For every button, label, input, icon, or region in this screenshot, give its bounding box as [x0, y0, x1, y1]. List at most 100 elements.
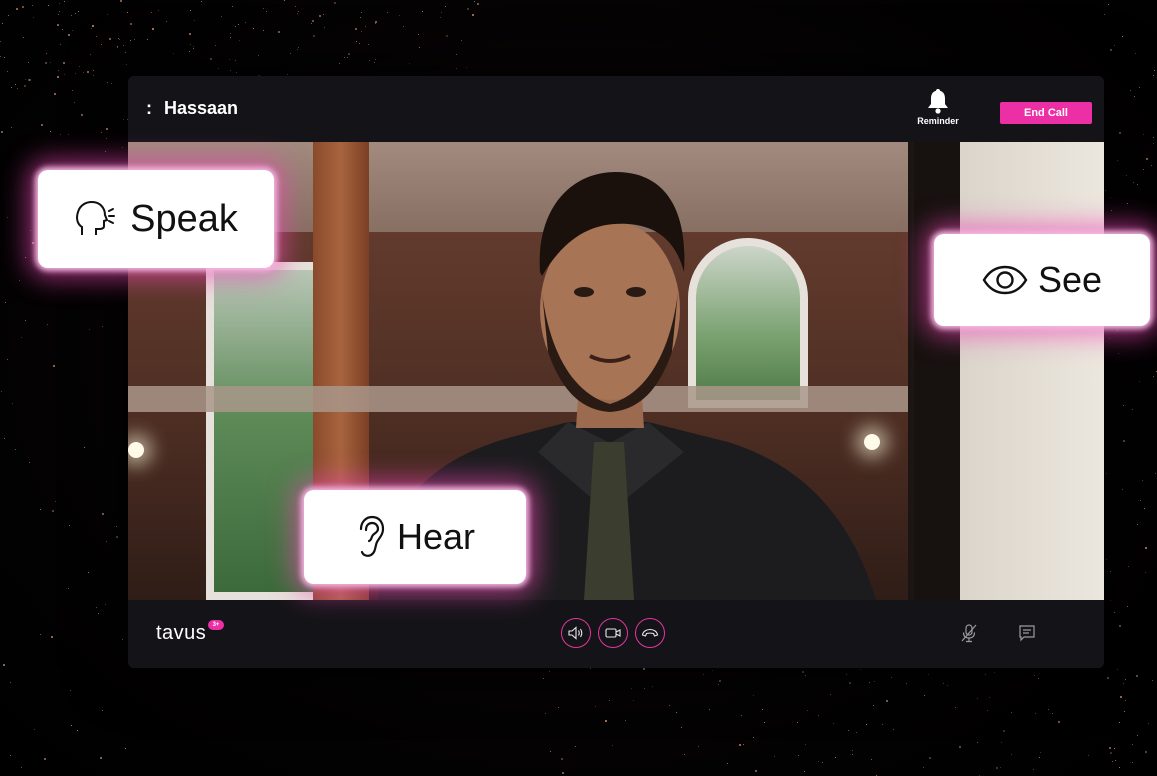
dust-particle [368, 44, 370, 46]
dust-particle [190, 44, 192, 45]
dust-particle [848, 729, 850, 731]
dust-particle [1088, 755, 1090, 757]
dust-particle [444, 5, 446, 7]
dust-particle [339, 62, 341, 64]
dust-particle [698, 745, 699, 747]
dust-particle [417, 33, 419, 35]
dust-particle [869, 682, 871, 684]
dust-particle [873, 704, 875, 706]
dust-particle [1, 131, 4, 134]
dust-particle [643, 688, 645, 690]
dust-particle [1139, 86, 1140, 88]
mic-off-icon [961, 624, 977, 643]
dust-particle [71, 29, 73, 31]
camera-button[interactable] [598, 618, 628, 648]
dust-particle [21, 336, 23, 338]
dust-particle [40, 633, 41, 635]
speaker-button[interactable] [561, 618, 591, 648]
dust-particle [107, 82, 109, 83]
dust-particle [189, 9, 191, 11]
dust-particle [544, 713, 546, 714]
dust-particle [234, 26, 236, 28]
speak-caption-label: Speak [130, 197, 238, 240]
dust-particle [59, 134, 61, 135]
dust-particle [439, 17, 441, 19]
dust-particle [52, 364, 55, 367]
dust-particle [1147, 722, 1149, 724]
dust-particle [133, 38, 135, 40]
dust-particle [834, 756, 836, 758]
dust-particle [51, 510, 54, 513]
dust-particle [1123, 439, 1126, 442]
dust-particle [989, 697, 991, 699]
chat-button[interactable] [1014, 620, 1040, 646]
dust-particle [773, 755, 775, 757]
dust-particle [375, 21, 378, 23]
dust-particle [0, 391, 2, 393]
dust-particle [81, 113, 83, 116]
dust-particle [322, 14, 324, 16]
dust-particle [86, 70, 89, 73]
dust-particle [1118, 132, 1121, 135]
dust-particle [124, 51, 126, 53]
dust-particle [32, 16, 34, 18]
dust-particle [84, 446, 86, 448]
dust-particle [1124, 699, 1126, 701]
dust-particle [543, 678, 545, 680]
dust-particle [846, 673, 848, 675]
hear-caption-label: Hear [396, 516, 476, 557]
hangup-button[interactable] [635, 618, 665, 648]
dust-particle [0, 40, 1, 42]
dust-particle [1122, 405, 1124, 407]
dust-particle [1118, 625, 1121, 627]
dust-particle [1117, 159, 1119, 161]
dust-particle [31, 5, 33, 7]
dust-particle [1130, 89, 1132, 91]
dust-particle [1153, 375, 1155, 377]
dust-particle [1124, 710, 1126, 712]
dust-particle [859, 669, 861, 671]
dust-particle [1003, 729, 1006, 732]
ear-icon [359, 515, 385, 557]
dust-particle [1132, 182, 1134, 184]
dust-particle [1117, 352, 1119, 354]
dust-particle [1127, 203, 1129, 205]
dust-particle [19, 279, 20, 281]
dust-particle [752, 737, 754, 739]
dust-particle [1109, 752, 1112, 755]
dust-particle [959, 746, 962, 748]
dust-particle [244, 21, 246, 23]
dust-particle [228, 59, 230, 60]
dust-particle [27, 62, 29, 64]
dust-particle [1144, 547, 1147, 550]
dust-particle [290, 52, 292, 54]
dust-particle [32, 241, 34, 244]
dust-particle [978, 774, 980, 776]
dust-particle [125, 747, 126, 749]
dust-particle [229, 37, 231, 39]
dust-particle [217, 68, 219, 70]
dust-particle [57, 13, 59, 15]
dust-particle [54, 93, 56, 96]
dust-particle [230, 70, 231, 72]
dust-particle [1135, 674, 1138, 677]
dust-particle [11, 126, 13, 128]
dust-particle [49, 131, 51, 133]
dust-particle [295, 5, 297, 7]
dust-particle [265, 11, 267, 13]
dust-particle [7, 71, 9, 73]
dust-particle [283, 0, 285, 2]
dust-particle [58, 2, 60, 4]
dust-particle [752, 694, 754, 696]
reminder-button[interactable]: Reminder [910, 88, 966, 134]
end-call-button[interactable]: End Call [1000, 102, 1092, 124]
dust-particle [14, 84, 16, 86]
dust-particle [893, 729, 895, 731]
mute-button[interactable] [956, 620, 982, 646]
dust-particle [1118, 721, 1120, 723]
dust-particle [871, 759, 873, 761]
dust-particle [71, 15, 73, 17]
dust-particle [91, 25, 94, 27]
speaker-icon [568, 626, 583, 640]
dust-particle [200, 1, 202, 2]
